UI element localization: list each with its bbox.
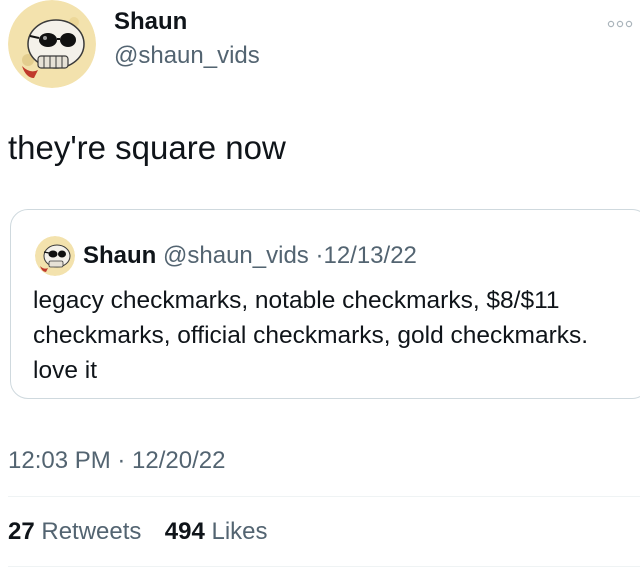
tweet-stats: 27 Retweets 494 Likes bbox=[8, 517, 268, 547]
retweets-count: 27 bbox=[8, 518, 35, 545]
tweet-timestamp[interactable]: 12:03 PM · 12/20/22 bbox=[8, 446, 225, 476]
retweets-stat[interactable]: 27 Retweets bbox=[8, 518, 141, 545]
likes-count: 494 bbox=[164, 518, 205, 545]
author-avatar[interactable] bbox=[8, 0, 96, 88]
skull-avatar-icon bbox=[35, 236, 75, 276]
likes-stat[interactable]: 494 Likes bbox=[165, 518, 268, 545]
quoted-author-name: Shaun bbox=[83, 242, 157, 269]
quoted-date: 12/13/22 bbox=[323, 242, 417, 269]
skull-avatar-icon bbox=[8, 0, 96, 88]
divider bbox=[8, 566, 640, 567]
divider bbox=[8, 496, 640, 497]
quoted-author-avatar bbox=[35, 236, 75, 276]
quoted-author-handle: @shaun_vids bbox=[163, 242, 309, 269]
more-options-icon bbox=[607, 20, 633, 28]
author-display-name[interactable]: Shaun bbox=[114, 8, 187, 36]
author-handle[interactable]: @shaun_vids bbox=[114, 42, 260, 70]
quoted-tweet-header: Shaun @shaun_vids ·12/13/22 bbox=[83, 241, 417, 271]
more-options-button[interactable] bbox=[606, 14, 634, 34]
quoted-tweet-text: legacy checkmarks, notable checkmarks, $… bbox=[33, 287, 589, 384]
tweet-text: they're square now bbox=[8, 129, 286, 166]
likes-label: Likes bbox=[211, 518, 268, 545]
quoted-tweet-card[interactable]: Shaun @shaun_vids ·12/13/22 legacy check… bbox=[10, 209, 640, 399]
retweets-label: Retweets bbox=[41, 518, 142, 545]
